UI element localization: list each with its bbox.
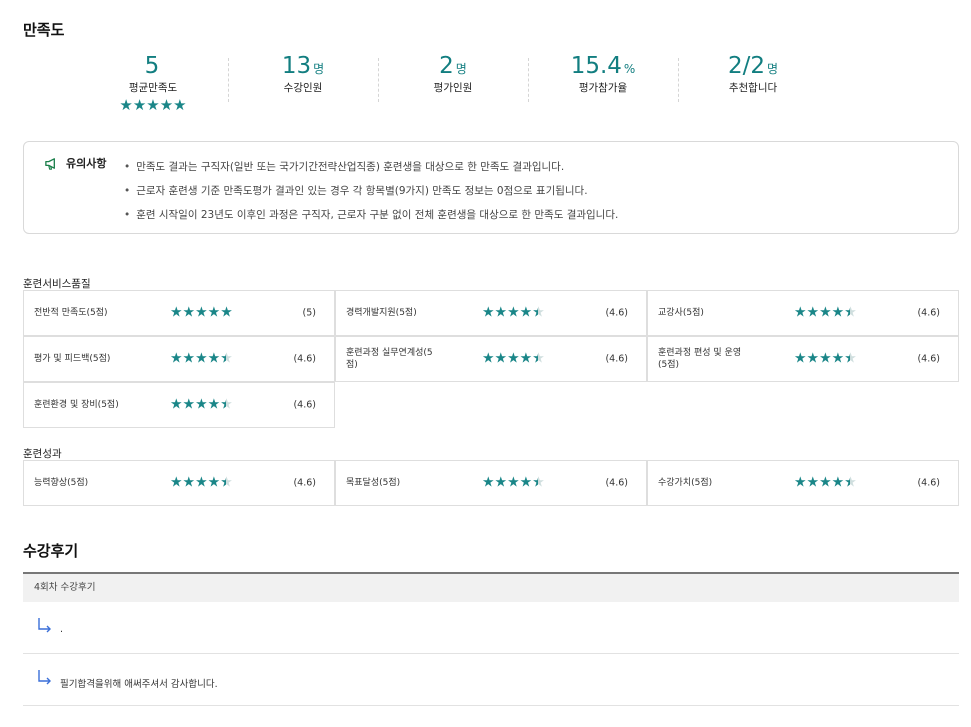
stat-recommend: 2/2 명 추천합니다	[678, 52, 828, 104]
rating-score: (4.6)	[605, 477, 628, 489]
review-table: 4회차 수강후기 . 필기합격을위해 애써주셔서 감사합니다.	[23, 572, 959, 706]
notice-item: 만족도 결과는 구직자(일반 또는 국가기간전략산업직종) 훈련생을 대상으로 …	[124, 155, 618, 179]
half-star-icon: ★	[220, 475, 233, 491]
notice-list: 만족도 결과는 구직자(일반 또는 국가기간전략산업직종) 훈련생을 대상으로 …	[124, 155, 618, 227]
half-star-icon: ★	[532, 351, 545, 367]
stat-recommend-value: 2/2	[727, 53, 765, 79]
half-star-icon: ★	[844, 305, 857, 321]
rating-label: 교강사(5점)	[658, 308, 704, 318]
rating-cell: 능력향상(5점) ★★★★★ (4.6)	[23, 460, 335, 506]
rating-score: (4.6)	[293, 477, 316, 489]
stat-average-value: 5	[144, 53, 160, 79]
review-session-header: 4회차 수강후기	[23, 572, 959, 602]
half-star-icon: ★	[844, 475, 857, 491]
star-rating: ★★★★★	[170, 397, 233, 413]
rating-cell: 훈련과정 실무연계성(5점) ★★★★★ (4.6)	[335, 336, 647, 382]
half-star-icon: ★	[220, 351, 233, 367]
rating-score: (4.6)	[917, 307, 940, 319]
rating-score: (4.6)	[605, 307, 628, 319]
star-rating: ★★★★★	[170, 304, 233, 321]
notice-title: 유의사항	[66, 157, 107, 170]
rating-cell: 훈련환경 및 장비(5점) ★★★★★ (4.6)	[23, 382, 335, 428]
notice-item: 근로자 훈련생 기준 만족도평가 결과인 있는 경우 각 항목별(9가지) 만족…	[124, 179, 618, 203]
rating-score: (5)	[302, 307, 316, 319]
review-text: .	[60, 624, 64, 635]
outcome-grid: 능력향상(5점)★★★★★(4.6)목표달성(5점)★★★★★(4.6)수강가치…	[23, 460, 959, 506]
rating-score: (4.6)	[293, 399, 316, 411]
rating-label: 경력개발지원(5점)	[346, 308, 417, 318]
half-star-icon: ★	[220, 397, 233, 413]
stat-enrolled-label: 수강인원	[283, 82, 323, 94]
review-item: .	[23, 602, 959, 654]
average-star-rating: ★★★★★	[119, 96, 187, 114]
notice-box: 유의사항 만족도 결과는 구직자(일반 또는 국가기간전략산업직종) 훈련생을 …	[23, 141, 959, 234]
rating-label: 수강가치(5점)	[658, 478, 713, 488]
star-rating: ★★★★★	[170, 351, 233, 367]
rating-cell: 경력개발지원(5점) ★★★★★ (4.6)	[335, 290, 647, 336]
half-star-icon: ★	[532, 475, 545, 491]
star-rating: ★★★★★	[170, 475, 233, 491]
rating-cell: 수강가치(5점) ★★★★★ (4.6)	[647, 460, 959, 506]
rating-label: 전반적 만족도(5점)	[34, 308, 108, 318]
stat-participation: 15.4% 평가참가율	[528, 52, 678, 104]
reply-arrow-icon	[38, 670, 51, 685]
star-rating: ★★★★★	[794, 351, 857, 367]
rating-cell: 평가 및 피드백(5점) ★★★★★ (4.6)	[23, 336, 335, 382]
rating-label: 훈련과정 실무연계성(5점)	[346, 348, 433, 370]
rating-cell: 전반적 만족도(5점) ★★★★★ (5)	[23, 290, 335, 336]
megaphone-icon	[45, 157, 55, 170]
satisfaction-title: 만족도	[23, 21, 65, 39]
reviews-title: 수강후기	[23, 542, 79, 560]
half-star-icon: ★	[844, 351, 857, 367]
rating-cell: 목표달성(5점) ★★★★★ (4.6)	[335, 460, 647, 506]
stat-evaluators: 2명 평가인원	[378, 52, 528, 104]
rating-cell: 훈련과정 편성 및 운영(5점) ★★★★★ (4.6)	[647, 336, 959, 382]
rating-score: (4.6)	[917, 353, 940, 365]
notice-item: 훈련 시작일이 23년도 이후인 과정은 구직자, 근로자 구분 없이 전체 훈…	[124, 203, 618, 227]
rating-label: 목표달성(5점)	[346, 478, 401, 488]
rating-label: 평가 및 피드백(5점)	[34, 354, 111, 364]
star-rating: ★★★★★	[482, 305, 545, 321]
stat-recommend-label: 추천합니다	[728, 82, 778, 94]
rating-label: 훈련환경 및 장비(5점)	[34, 400, 119, 410]
star-rating: ★★★★★	[794, 475, 857, 491]
stat-enrolled-value: 13	[281, 53, 312, 79]
reply-arrow-icon	[38, 618, 51, 633]
outcome-title: 훈련성과	[23, 448, 62, 460]
rating-label: 훈련과정 편성 및 운영(5점)	[658, 348, 742, 370]
star-rating: ★★★★★	[482, 475, 545, 491]
rating-score: (4.6)	[917, 477, 940, 489]
rating-cell: 교강사(5점) ★★★★★ (4.6)	[647, 290, 959, 336]
half-star-icon: ★	[532, 305, 545, 321]
stat-participation-label: 평가참가율	[578, 82, 628, 94]
quality-grid: 전반적 만족도(5점)★★★★★(5)경력개발지원(5점)★★★★★(4.6)교…	[23, 290, 959, 428]
stat-evaluators-value: 2	[439, 53, 454, 79]
stat-average: 5 평균만족도 ★★★★★	[78, 52, 228, 113]
stat-enrolled: 13 명 수강인원	[228, 52, 378, 104]
stat-evaluators-label: 평가인원	[433, 82, 473, 94]
review-item: 필기합격을위해 애써주셔서 감사합니다.	[23, 654, 959, 706]
rating-label: 능력향상(5점)	[34, 478, 89, 488]
star-rating: ★★★★★	[482, 351, 545, 367]
stat-average-label: 평균만족도	[128, 82, 178, 94]
star-rating: ★★★★★	[794, 305, 857, 321]
quality-title: 훈련서비스품질	[23, 278, 91, 290]
rating-score: (4.6)	[293, 353, 316, 365]
satisfaction-summary: 5 평균만족도 ★★★★★ 13 명 수강인원 2명 평가인원 15.4% 평가참…	[78, 52, 828, 113]
rating-score: (4.6)	[605, 353, 628, 365]
review-text: 필기합격을위해 애써주셔서 감사합니다.	[60, 679, 218, 690]
stat-participation-value: 15.4	[570, 53, 622, 79]
